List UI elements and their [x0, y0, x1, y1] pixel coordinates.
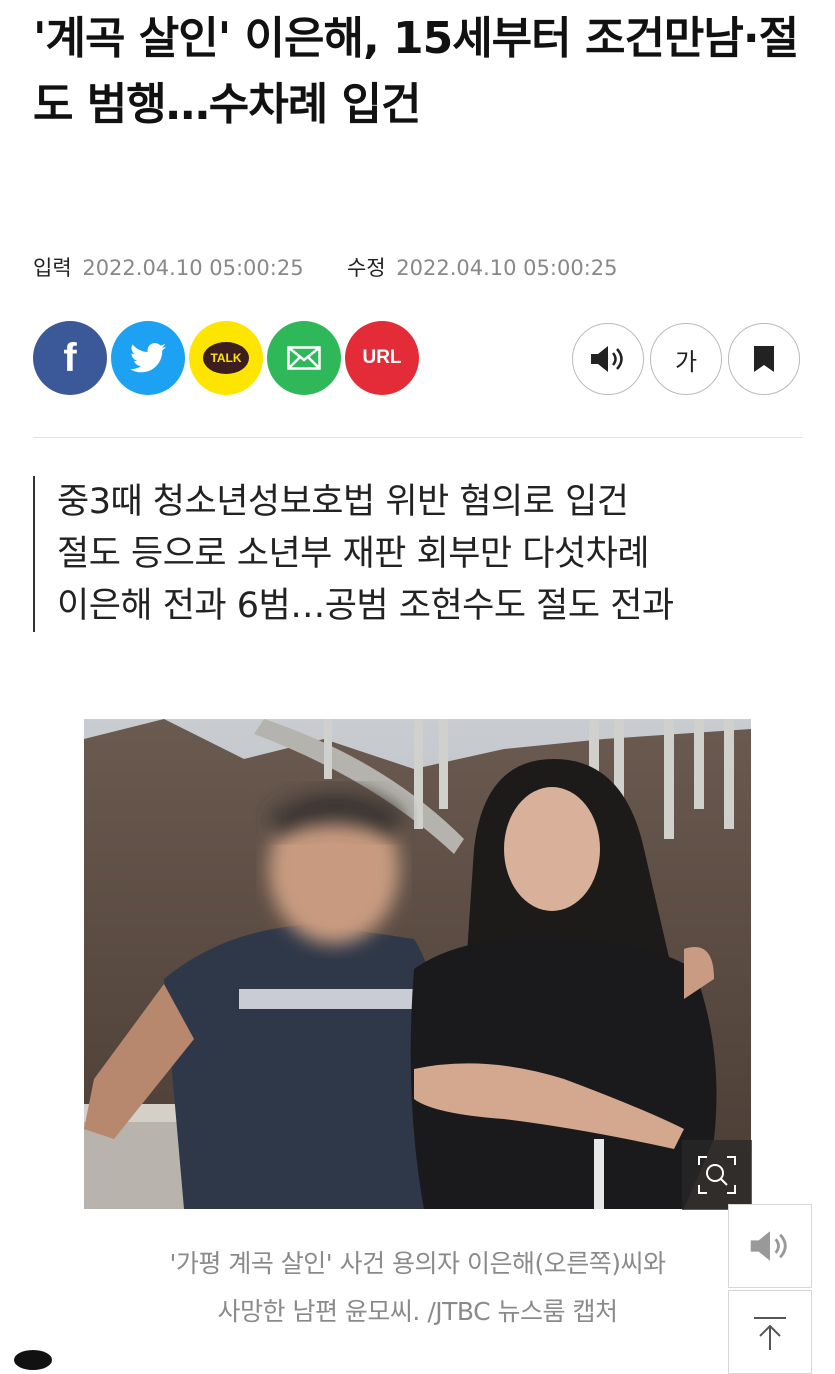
zoom-icon: [698, 1156, 736, 1194]
summary-line: 절도 등으로 소년부 재판 회부만 다섯차례: [57, 534, 650, 574]
corner-shape: [14, 1350, 52, 1370]
photo-image: [84, 719, 751, 1209]
bookmark-button[interactable]: [728, 323, 800, 395]
divider: [33, 437, 803, 438]
summary-line: 중3때 청소년성보호법 위반 혐의로 입건: [57, 482, 629, 522]
summary-line: 이은해 전과 6범…공범 조현수도 절도 전과: [57, 586, 674, 626]
floating-tts-button[interactable]: [728, 1204, 812, 1288]
url-share-button[interactable]: URL: [345, 321, 419, 395]
kakaotalk-icon: TALK: [203, 342, 249, 374]
input-label: 입력: [33, 256, 72, 280]
font-size-label: 가: [674, 347, 698, 376]
font-size-button[interactable]: 가: [650, 323, 722, 395]
zoom-button[interactable]: [682, 1140, 752, 1210]
text-to-speech-button[interactable]: [572, 323, 644, 395]
speaker-icon: [750, 1231, 787, 1261]
mail-icon: [287, 346, 321, 370]
headline: '계곡 살인' 이은해, 15세부터 조건만남·절도 범행…수차례 입건: [33, 13, 799, 130]
input-time: 2022.04.10 05:00:25: [82, 256, 304, 280]
scroll-top-button[interactable]: [728, 1290, 812, 1374]
facebook-icon: f: [63, 335, 77, 380]
photo-caption: '가평 계곡 살인' 사건 용의자 이은해(오른쪽)씨와 사망한 남편 윤모씨.…: [84, 1240, 751, 1336]
article-summary: 중3때 청소년성보호법 위반 혐의로 입건 절도 등으로 소년부 재판 회부만 …: [33, 476, 674, 632]
bookmark-icon: [754, 346, 774, 372]
caption-line: '가평 계곡 살인' 사건 용의자 이은해(오른쪽)씨와: [169, 1249, 667, 1278]
modified-time: 2022.04.10 05:00:25: [396, 256, 618, 280]
speaker-icon: [591, 346, 623, 372]
arrow-up-icon: [754, 1317, 786, 1350]
modified-label: 수정: [346, 256, 386, 280]
kakaotalk-share-button[interactable]: TALK: [189, 321, 263, 395]
twitter-share-button[interactable]: [111, 321, 185, 395]
facebook-share-button[interactable]: f: [33, 321, 107, 395]
url-icon: URL: [362, 347, 402, 368]
article-dates: 입력 2022.04.10 05:00:25 수정 2022.04.10 05:…: [33, 252, 618, 282]
email-share-button[interactable]: [267, 321, 341, 395]
article-photo[interactable]: [84, 719, 751, 1209]
caption-line: 사망한 남편 윤모씨. /JTBC 뉴스룸 캡처: [217, 1297, 618, 1326]
twitter-icon: [130, 343, 166, 373]
